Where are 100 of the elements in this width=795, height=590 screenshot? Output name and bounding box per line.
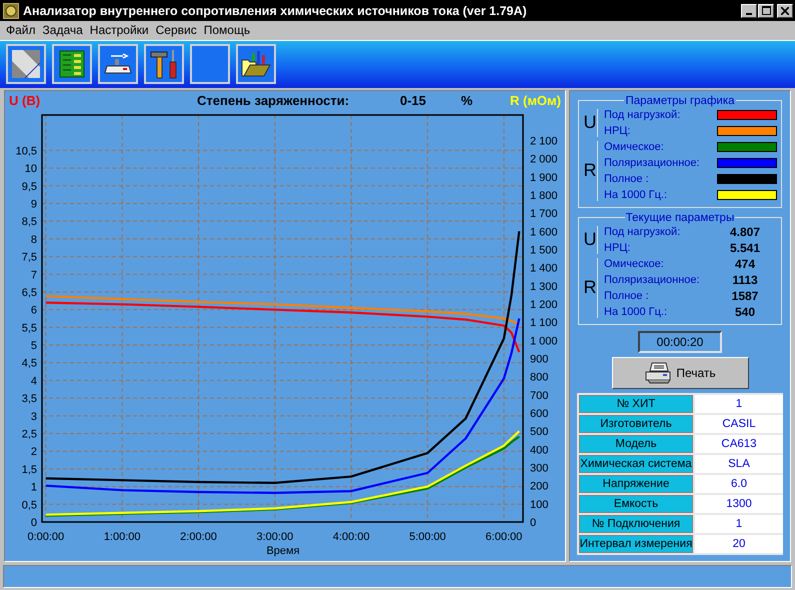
parameter-label: Под нагрузкой: (604, 226, 680, 238)
menu-item[interactable]: Файл (4, 23, 41, 38)
table-cell: CA613 (695, 434, 783, 453)
group-letter: U (583, 226, 598, 254)
color-swatch[interactable] (717, 142, 777, 152)
tick-label: 10 (24, 162, 37, 175)
table-cell: 1300 (695, 494, 783, 513)
tick-label: 0 (530, 516, 536, 529)
tick-label: 2 (30, 446, 37, 458)
tick-label: 1 500 (530, 244, 558, 256)
table-cell: 1 (695, 514, 783, 533)
tick-label: 1 700 (530, 208, 558, 220)
axis-title: R (мОм) (510, 92, 561, 108)
tick-label: 4 (30, 375, 37, 388)
tick-label: 7 (30, 269, 37, 282)
close-icon (781, 6, 789, 15)
tick-label: 600 (530, 408, 548, 420)
tick-label: 1:00:00 (104, 530, 141, 543)
tick-label: 800 (530, 371, 548, 384)
tick-label: 0,5 (22, 499, 37, 512)
tick-label: 1 600 (530, 226, 558, 238)
tick-label: 3,5 (22, 392, 37, 405)
color-swatch[interactable] (717, 110, 777, 120)
table-cell: № ХИТ (579, 394, 693, 413)
tick-label: 300 (530, 462, 548, 474)
parameter-label: Полное : (604, 290, 649, 302)
table-cell: Изготовитель (579, 414, 693, 433)
table-cell: SLA (695, 454, 783, 473)
parameter-value: 5.541 (728, 240, 762, 255)
axis-title: Время (266, 544, 300, 557)
table-cell: Интервал измерения (579, 534, 693, 553)
tick-label: 400 (530, 444, 548, 456)
tick-label: 7,5 (22, 251, 37, 264)
tick-label: 2,5 (22, 428, 37, 440)
tick-label: 5 (30, 340, 37, 352)
menu-item[interactable]: Сервис (154, 23, 202, 38)
toolbar-button[interactable] (236, 44, 276, 84)
maximize-button[interactable] (758, 4, 774, 18)
tick-label: 1 000 (530, 335, 558, 348)
parameter-label: Поляризационное: (604, 274, 700, 286)
legend-label: На 1000 Гц.: (604, 188, 668, 201)
tick-label: 0 (30, 516, 37, 529)
image-icon (11, 49, 41, 80)
maximize-icon (762, 6, 770, 16)
legend-label: Поляризационное: (604, 156, 700, 169)
tick-label: 3 (30, 410, 37, 423)
timer-display: 00:00:20 (638, 330, 722, 353)
table-cell: Химическая система (579, 454, 693, 473)
menu-item[interactable]: Настройки (88, 23, 154, 38)
color-swatch[interactable] (717, 190, 777, 200)
table-cell: CASIL (695, 414, 783, 433)
print-button[interactable]: Печать (612, 356, 748, 389)
parameter-value: 4.807 (728, 224, 762, 239)
charge-unit: % (461, 92, 473, 108)
parameter-label: Омическое: (604, 258, 664, 270)
tick-label: 9 (30, 198, 37, 210)
toolbar-button[interactable] (144, 44, 184, 84)
table-cell: Модель (579, 434, 693, 453)
tick-label: 1 800 (530, 190, 558, 202)
tick-label: 4,5 (22, 358, 37, 370)
legend-label: Омическое: (604, 140, 664, 153)
tick-label: 4:00:00 (332, 530, 370, 543)
tick-label: 2:00:00 (180, 530, 217, 543)
toolbar-button[interactable] (98, 44, 138, 84)
color-swatch[interactable] (717, 174, 777, 184)
tick-label: 1 400 (530, 262, 558, 274)
charge-label: Степень заряженности: (197, 92, 350, 108)
menu-item[interactable]: Задача (40, 23, 88, 38)
color-swatch[interactable] (717, 158, 777, 168)
tick-label: 1 300 (530, 280, 558, 293)
group-title: Текущие параметры (624, 212, 736, 224)
tick-label: 1 (30, 481, 37, 494)
tick-label: 500 (530, 426, 548, 438)
close-button[interactable] (777, 4, 793, 18)
minimize-button[interactable] (741, 4, 757, 18)
group-letter: R (583, 258, 598, 318)
legend-label: Под нагрузкой: (604, 108, 680, 121)
tick-label: 6,5 (22, 286, 37, 299)
group-letter: U (583, 108, 598, 137)
tick-label: 8 (30, 234, 37, 246)
tick-label: 1,5 (22, 464, 37, 476)
color-swatch[interactable] (717, 126, 777, 136)
tick-label: 2 000 (530, 153, 558, 166)
tick-label: 2 100 (530, 135, 558, 148)
tick-label: 6:00:00 (486, 530, 522, 543)
circuit-board-icon (59, 50, 85, 78)
table-cell: Емкость (579, 494, 693, 513)
table-cell: Напряжение (579, 474, 693, 493)
charge-value: 0-15 (400, 92, 426, 108)
table-cell: № Подключения (579, 514, 693, 533)
legend-label: НРЦ: (604, 124, 630, 137)
parameter-label: НРЦ: (604, 242, 630, 254)
tick-label: 10,5 (16, 145, 37, 158)
scale-icon (103, 52, 133, 76)
table-cell: 6.0 (695, 474, 783, 493)
window-title: Анализатор внутреннего сопротивления химических источников тока (ver 1.79A) (23, 4, 528, 18)
tick-label: 1 100 (530, 316, 558, 329)
menu-item[interactable]: Помощь (202, 23, 256, 38)
toolbar-button[interactable] (52, 44, 92, 84)
parameter-label: На 1000 Гц.: (604, 306, 668, 318)
